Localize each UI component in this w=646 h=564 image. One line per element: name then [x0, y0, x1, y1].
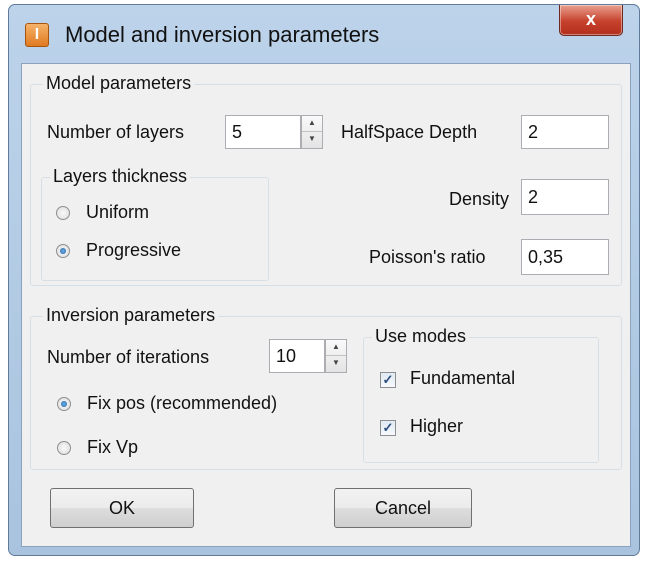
halfspace-depth-label: HalfSpace Depth — [341, 122, 478, 142]
progressive-label[interactable]: Progressive — [86, 240, 181, 261]
inversion-parameters-legend: Inversion parameters — [43, 305, 219, 326]
number-of-layers-spinner[interactable]: ▲ ▼ — [301, 115, 323, 149]
fix-pos-label[interactable]: Fix pos (recommended) — [87, 393, 277, 414]
title-bar[interactable]: I Model and inversion parameters x — [9, 5, 639, 65]
inversion-parameters-group: Inversion parameters Number of iteration… — [30, 305, 622, 470]
fundamental-label[interactable]: Fundamental — [410, 368, 515, 389]
number-of-layers-label: Number of layers — [47, 122, 185, 142]
window-title: Model and inversion parameters — [65, 22, 380, 47]
spin-up-icon[interactable]: ▲ — [302, 116, 322, 132]
poissons-ratio-input[interactable] — [521, 239, 609, 275]
app-icon: I — [25, 23, 49, 47]
close-button[interactable]: x — [559, 5, 623, 36]
spin-down-icon[interactable]: ▼ — [302, 132, 322, 148]
dialog-client-area: Model parameters Number of layers ▲ ▼ Ha… — [21, 63, 631, 547]
number-of-iterations-label: Number of iterations — [47, 347, 210, 367]
ok-button[interactable]: OK — [50, 488, 194, 528]
poissons-ratio-label: Poisson's ratio — [369, 247, 486, 267]
number-of-iterations-input[interactable] — [269, 339, 325, 373]
uniform-radio[interactable] — [56, 206, 70, 220]
higher-label[interactable]: Higher — [410, 416, 463, 437]
uniform-label[interactable]: Uniform — [86, 202, 149, 223]
spin-up-icon[interactable]: ▲ — [326, 340, 346, 356]
model-parameters-legend: Model parameters — [43, 73, 195, 94]
spin-down-icon[interactable]: ▼ — [326, 356, 346, 372]
cancel-button[interactable]: Cancel — [334, 488, 472, 528]
number-of-iterations-spinner[interactable]: ▲ ▼ — [325, 339, 347, 373]
halfspace-depth-input[interactable] — [521, 115, 609, 149]
model-parameters-group: Model parameters Number of layers ▲ ▼ Ha… — [30, 73, 622, 286]
layers-thickness-group: Layers thickness Uniform Progressive — [41, 166, 269, 281]
higher-checkbox[interactable]: ✓ — [380, 420, 396, 436]
fix-pos-radio[interactable] — [57, 397, 71, 411]
use-modes-group: Use modes ✓ Fundamental ✓ Higher — [363, 326, 599, 463]
fix-vp-radio[interactable] — [57, 441, 71, 455]
layers-thickness-legend: Layers thickness — [50, 166, 191, 187]
fix-vp-label[interactable]: Fix Vp — [87, 437, 138, 458]
number-of-layers-input[interactable] — [225, 115, 301, 149]
fundamental-checkbox[interactable]: ✓ — [380, 372, 396, 388]
density-label: Density — [449, 189, 510, 209]
use-modes-legend: Use modes — [372, 326, 470, 347]
density-input[interactable] — [521, 179, 609, 215]
dialog-window: I Model and inversion parameters x Model… — [8, 4, 640, 556]
progressive-radio[interactable] — [56, 244, 70, 258]
